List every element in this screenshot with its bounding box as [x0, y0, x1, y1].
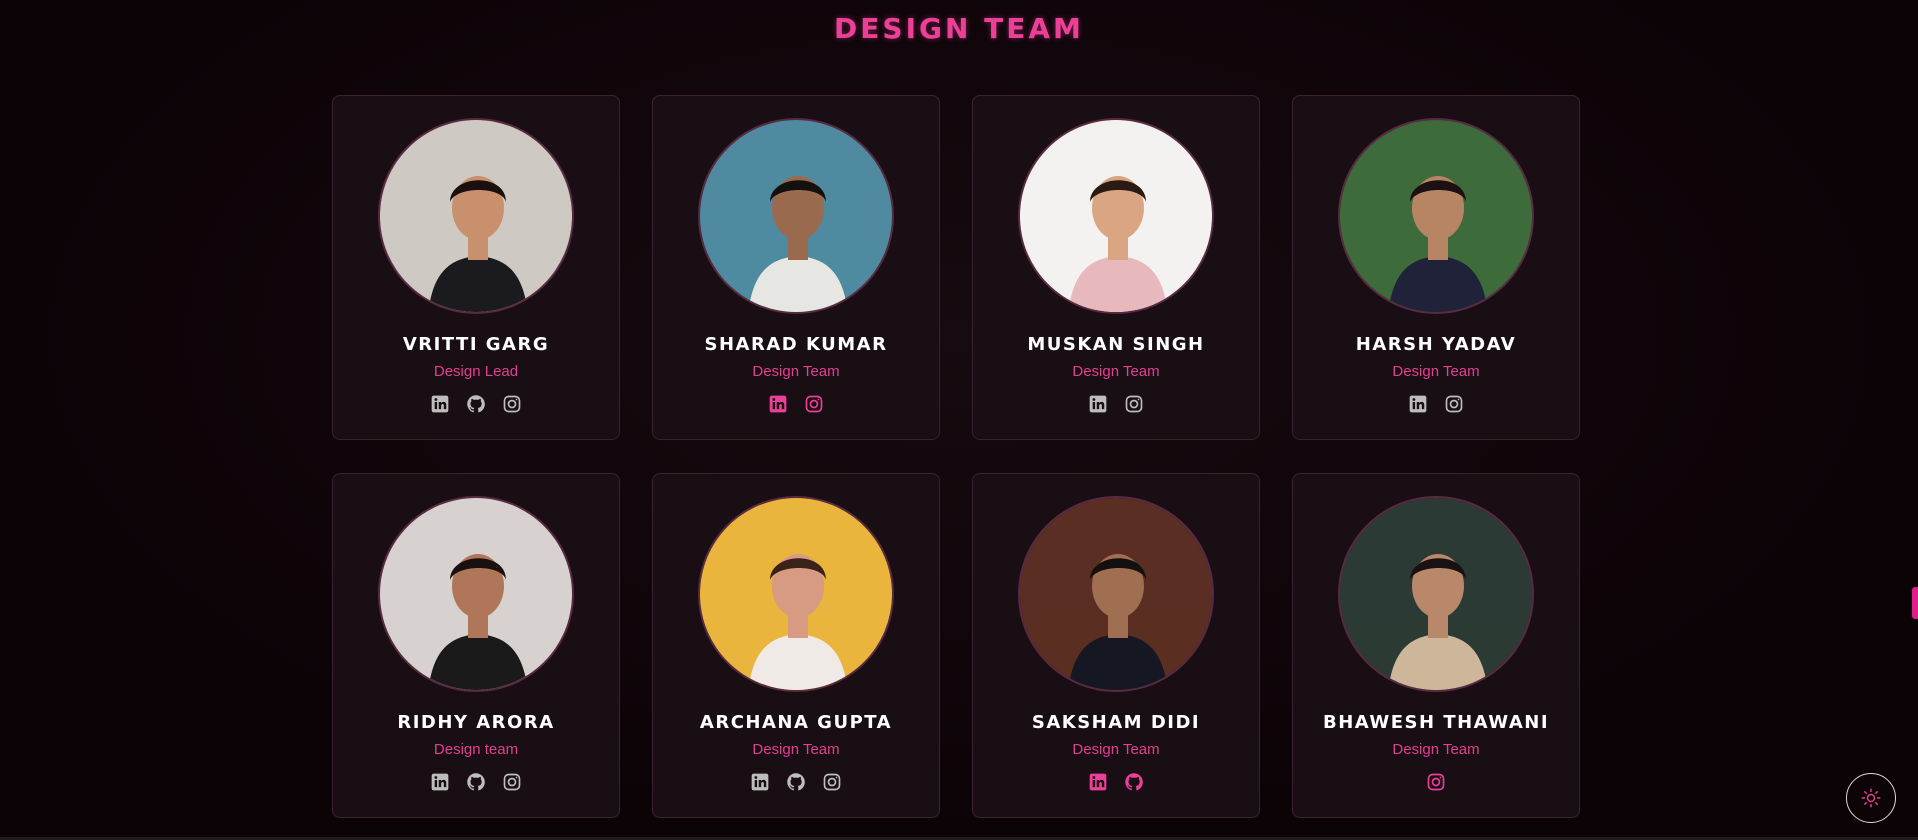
instagram-icon	[1427, 773, 1445, 791]
member-photo	[1338, 118, 1534, 314]
github-icon	[467, 395, 485, 413]
member-role: Design Team	[1392, 741, 1480, 758]
social-links	[768, 394, 824, 414]
team-member-card: Vritti Garg Design Lead	[332, 95, 620, 440]
instagram-icon	[805, 395, 823, 413]
member-name: Vritti Garg	[402, 334, 550, 355]
instagram-link[interactable]	[822, 772, 842, 792]
instagram-link[interactable]	[502, 772, 522, 792]
design-team-page: Design Team Vritti Garg Design Lead Shara…	[0, 0, 1918, 840]
social-links	[1088, 772, 1144, 792]
linkedin-link[interactable]	[768, 394, 788, 414]
member-name: Sharad Kumar	[704, 334, 888, 355]
linkedin-icon	[431, 773, 449, 791]
social-links	[750, 772, 842, 792]
member-role: Design team	[433, 741, 519, 758]
linkedin-icon	[1089, 773, 1107, 791]
social-links	[430, 772, 522, 792]
instagram-link[interactable]	[1426, 772, 1446, 792]
github-icon	[787, 773, 805, 791]
member-name: Bhawesh Thawani	[1322, 712, 1550, 733]
instagram-link[interactable]	[804, 394, 824, 414]
member-name: Muskan Singh	[1027, 334, 1205, 355]
linkedin-icon	[751, 773, 769, 791]
member-role: Design Team	[752, 363, 840, 380]
linkedin-link[interactable]	[1088, 772, 1108, 792]
member-role: Design Team	[1392, 363, 1480, 380]
member-photo	[378, 118, 574, 314]
member-name: Archana Gupta	[699, 712, 893, 733]
section-title: Design Team	[834, 12, 1084, 45]
social-links	[1426, 772, 1446, 792]
member-photo	[1018, 118, 1214, 314]
instagram-link[interactable]	[1444, 394, 1464, 414]
linkedin-link[interactable]	[430, 772, 450, 792]
team-member-card: Archana Gupta Design Team	[652, 473, 940, 818]
member-name: Harsh Yadav	[1355, 334, 1517, 355]
team-member-card: Ridhy Arora Design team	[332, 473, 620, 818]
member-name: Ridhy Arora	[397, 712, 555, 733]
member-name: Saksham Didi	[1031, 712, 1201, 733]
github-link[interactable]	[1124, 772, 1144, 792]
linkedin-icon	[431, 395, 449, 413]
linkedin-icon	[1089, 395, 1107, 413]
instagram-icon	[503, 395, 521, 413]
team-member-card: Sharad Kumar Design Team	[652, 95, 940, 440]
social-links	[1408, 394, 1464, 414]
member-photo	[698, 496, 894, 692]
linkedin-link[interactable]	[750, 772, 770, 792]
linkedin-icon	[769, 395, 787, 413]
linkedin-icon	[1409, 395, 1427, 413]
team-grid: Vritti Garg Design Lead Sharad Kumar Desig…	[332, 95, 1580, 818]
member-role: Design Team	[1072, 741, 1160, 758]
social-links	[1088, 394, 1144, 414]
instagram-icon	[823, 773, 841, 791]
linkedin-link[interactable]	[1088, 394, 1108, 414]
instagram-icon	[503, 773, 521, 791]
linkedin-link[interactable]	[430, 394, 450, 414]
instagram-link[interactable]	[502, 394, 522, 414]
member-photo	[698, 118, 894, 314]
team-member-card: Bhawesh Thawani Design Team	[1292, 473, 1580, 818]
member-photo	[1018, 496, 1214, 692]
member-photo	[1338, 496, 1534, 692]
github-link[interactable]	[786, 772, 806, 792]
github-link[interactable]	[466, 394, 486, 414]
instagram-icon	[1445, 395, 1463, 413]
theme-toggle-button[interactable]	[1846, 773, 1896, 823]
social-links	[430, 394, 522, 414]
member-photo	[378, 496, 574, 692]
team-member-card: Harsh Yadav Design Team	[1292, 95, 1580, 440]
instagram-icon	[1125, 395, 1143, 413]
linkedin-link[interactable]	[1408, 394, 1428, 414]
member-role: Design Team	[1072, 363, 1160, 380]
member-role: Design Lead	[433, 363, 519, 380]
github-link[interactable]	[466, 772, 486, 792]
github-icon	[1125, 773, 1143, 791]
scroll-indicator[interactable]	[1912, 587, 1918, 619]
team-member-card: Muskan Singh Design Team	[972, 95, 1260, 440]
github-icon	[467, 773, 485, 791]
instagram-link[interactable]	[1124, 394, 1144, 414]
team-member-card: Saksham Didi Design Team	[972, 473, 1260, 818]
sun-icon	[1861, 788, 1881, 808]
member-role: Design Team	[752, 741, 840, 758]
